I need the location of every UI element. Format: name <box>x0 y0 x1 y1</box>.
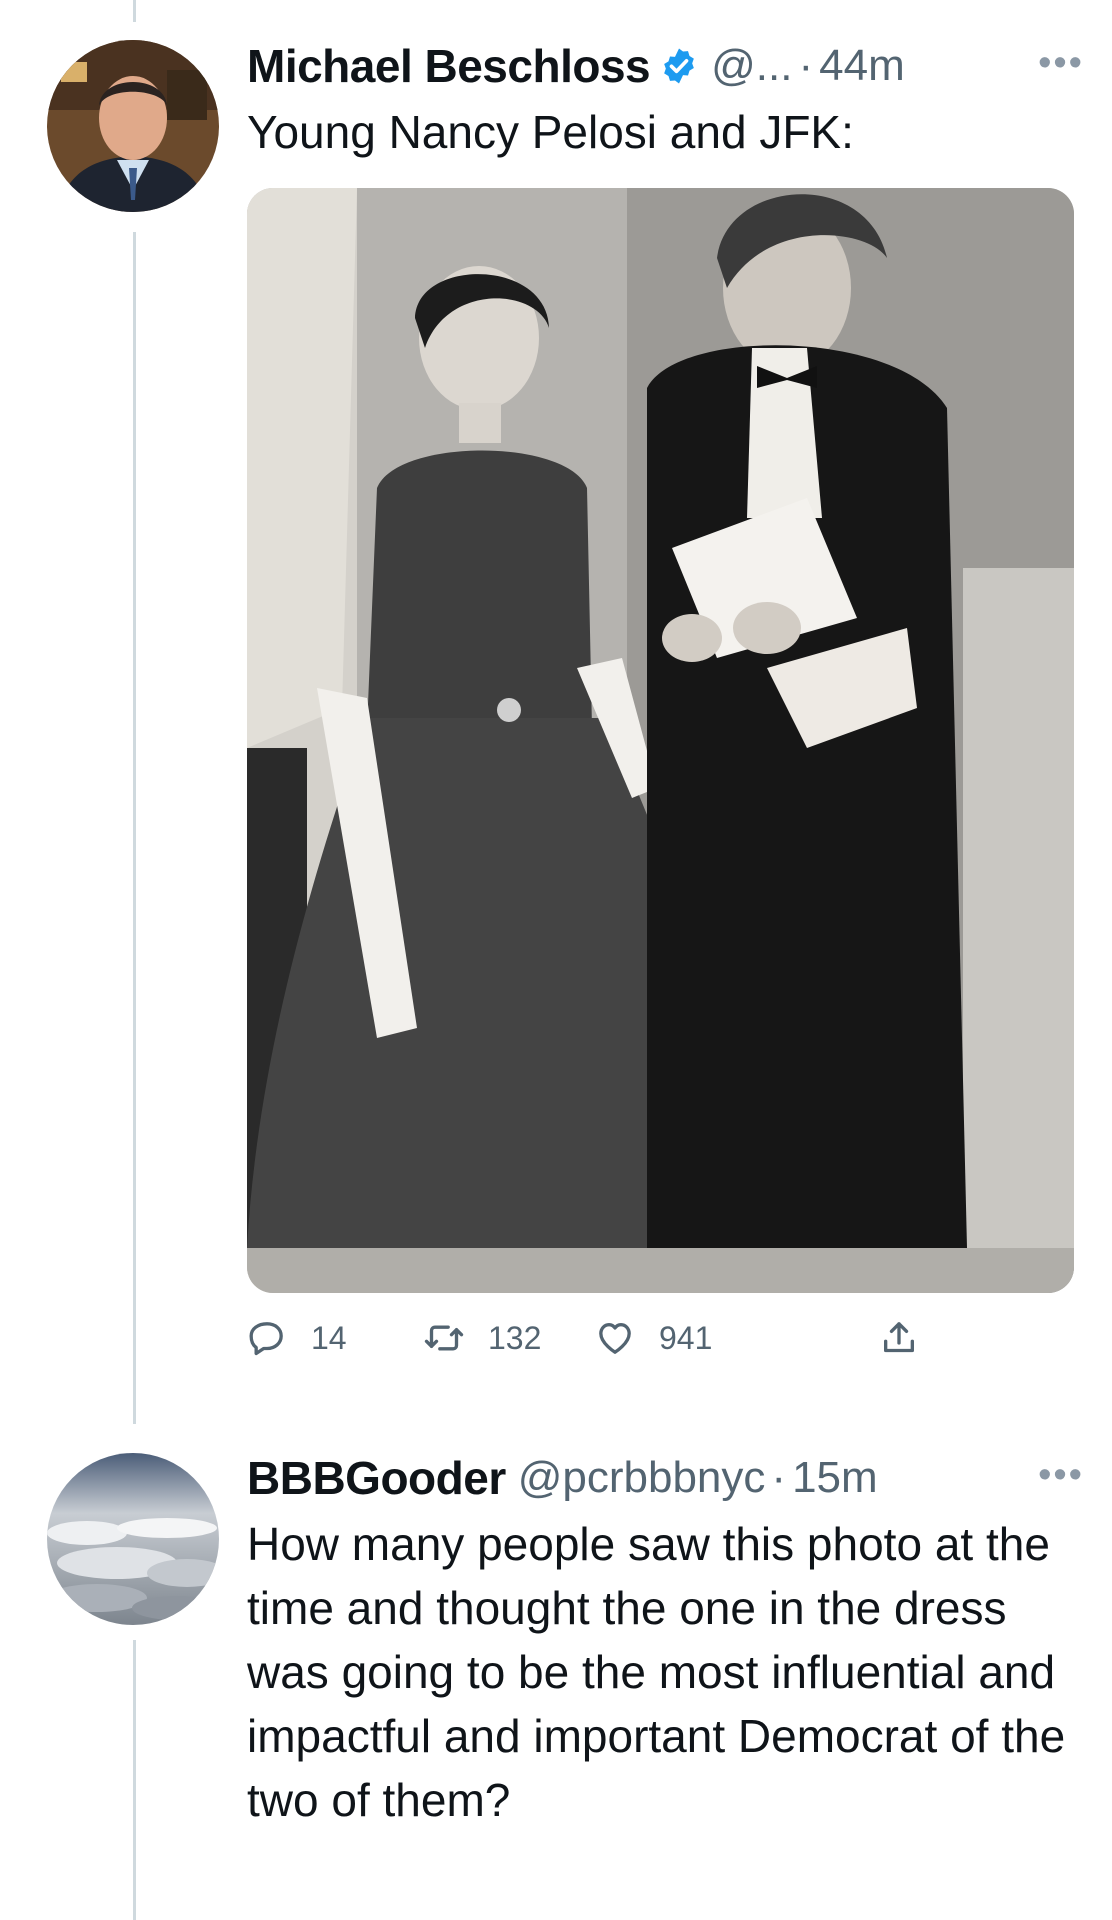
thread-line-connector <box>133 232 136 1424</box>
separator-dot: · <box>798 41 814 90</box>
reply-header: BBBGooder @pcrbbbnyc · 15m <box>247 1446 1086 1510</box>
more-icon[interactable]: ••• <box>1038 42 1084 85</box>
reply-author-handle[interactable]: @pcrbbbnyc <box>518 1453 766 1503</box>
like-button[interactable]: 941 <box>595 1318 712 1358</box>
reply-more-icon[interactable]: ••• <box>1038 1454 1084 1497</box>
share-button[interactable] <box>879 1318 943 1358</box>
author-name[interactable]: Michael Beschloss <box>247 39 651 93</box>
author-handle[interactable]: @... <box>711 41 792 91</box>
like-count: 941 <box>659 1319 713 1356</box>
heart-icon <box>599 1323 631 1354</box>
thread-line-bottom <box>133 1640 136 1920</box>
retweet-button[interactable]: 132 <box>424 1318 541 1358</box>
tweet-photo[interactable] <box>247 188 1074 1293</box>
reply-author-name[interactable]: BBBGooder <box>247 1451 506 1505</box>
tweet-actions: 14 132 941 <box>247 1318 947 1384</box>
thread-line-top <box>133 0 136 22</box>
reply-icon <box>249 1322 283 1356</box>
retweet-count: 132 <box>488 1319 542 1356</box>
tweet-header: Michael Beschloss @... · 44m <box>247 34 1086 98</box>
tweet-time[interactable]: 44m <box>819 41 905 91</box>
share-icon <box>884 1322 914 1353</box>
reply-button[interactable]: 14 <box>247 1318 347 1358</box>
reply-separator-dot: · <box>771 1453 787 1502</box>
retweet-icon <box>424 1325 464 1351</box>
tweet-text: Young Nancy Pelosi and JFK: <box>247 106 854 158</box>
reply-text: How many people saw this photo at the ti… <box>247 1518 1066 1826</box>
reply-count: 14 <box>311 1319 347 1356</box>
verified-badge-icon <box>659 46 699 86</box>
reply-avatar[interactable] <box>47 1453 219 1625</box>
avatar[interactable] <box>47 40 219 212</box>
reply-time[interactable]: 15m <box>792 1453 878 1503</box>
